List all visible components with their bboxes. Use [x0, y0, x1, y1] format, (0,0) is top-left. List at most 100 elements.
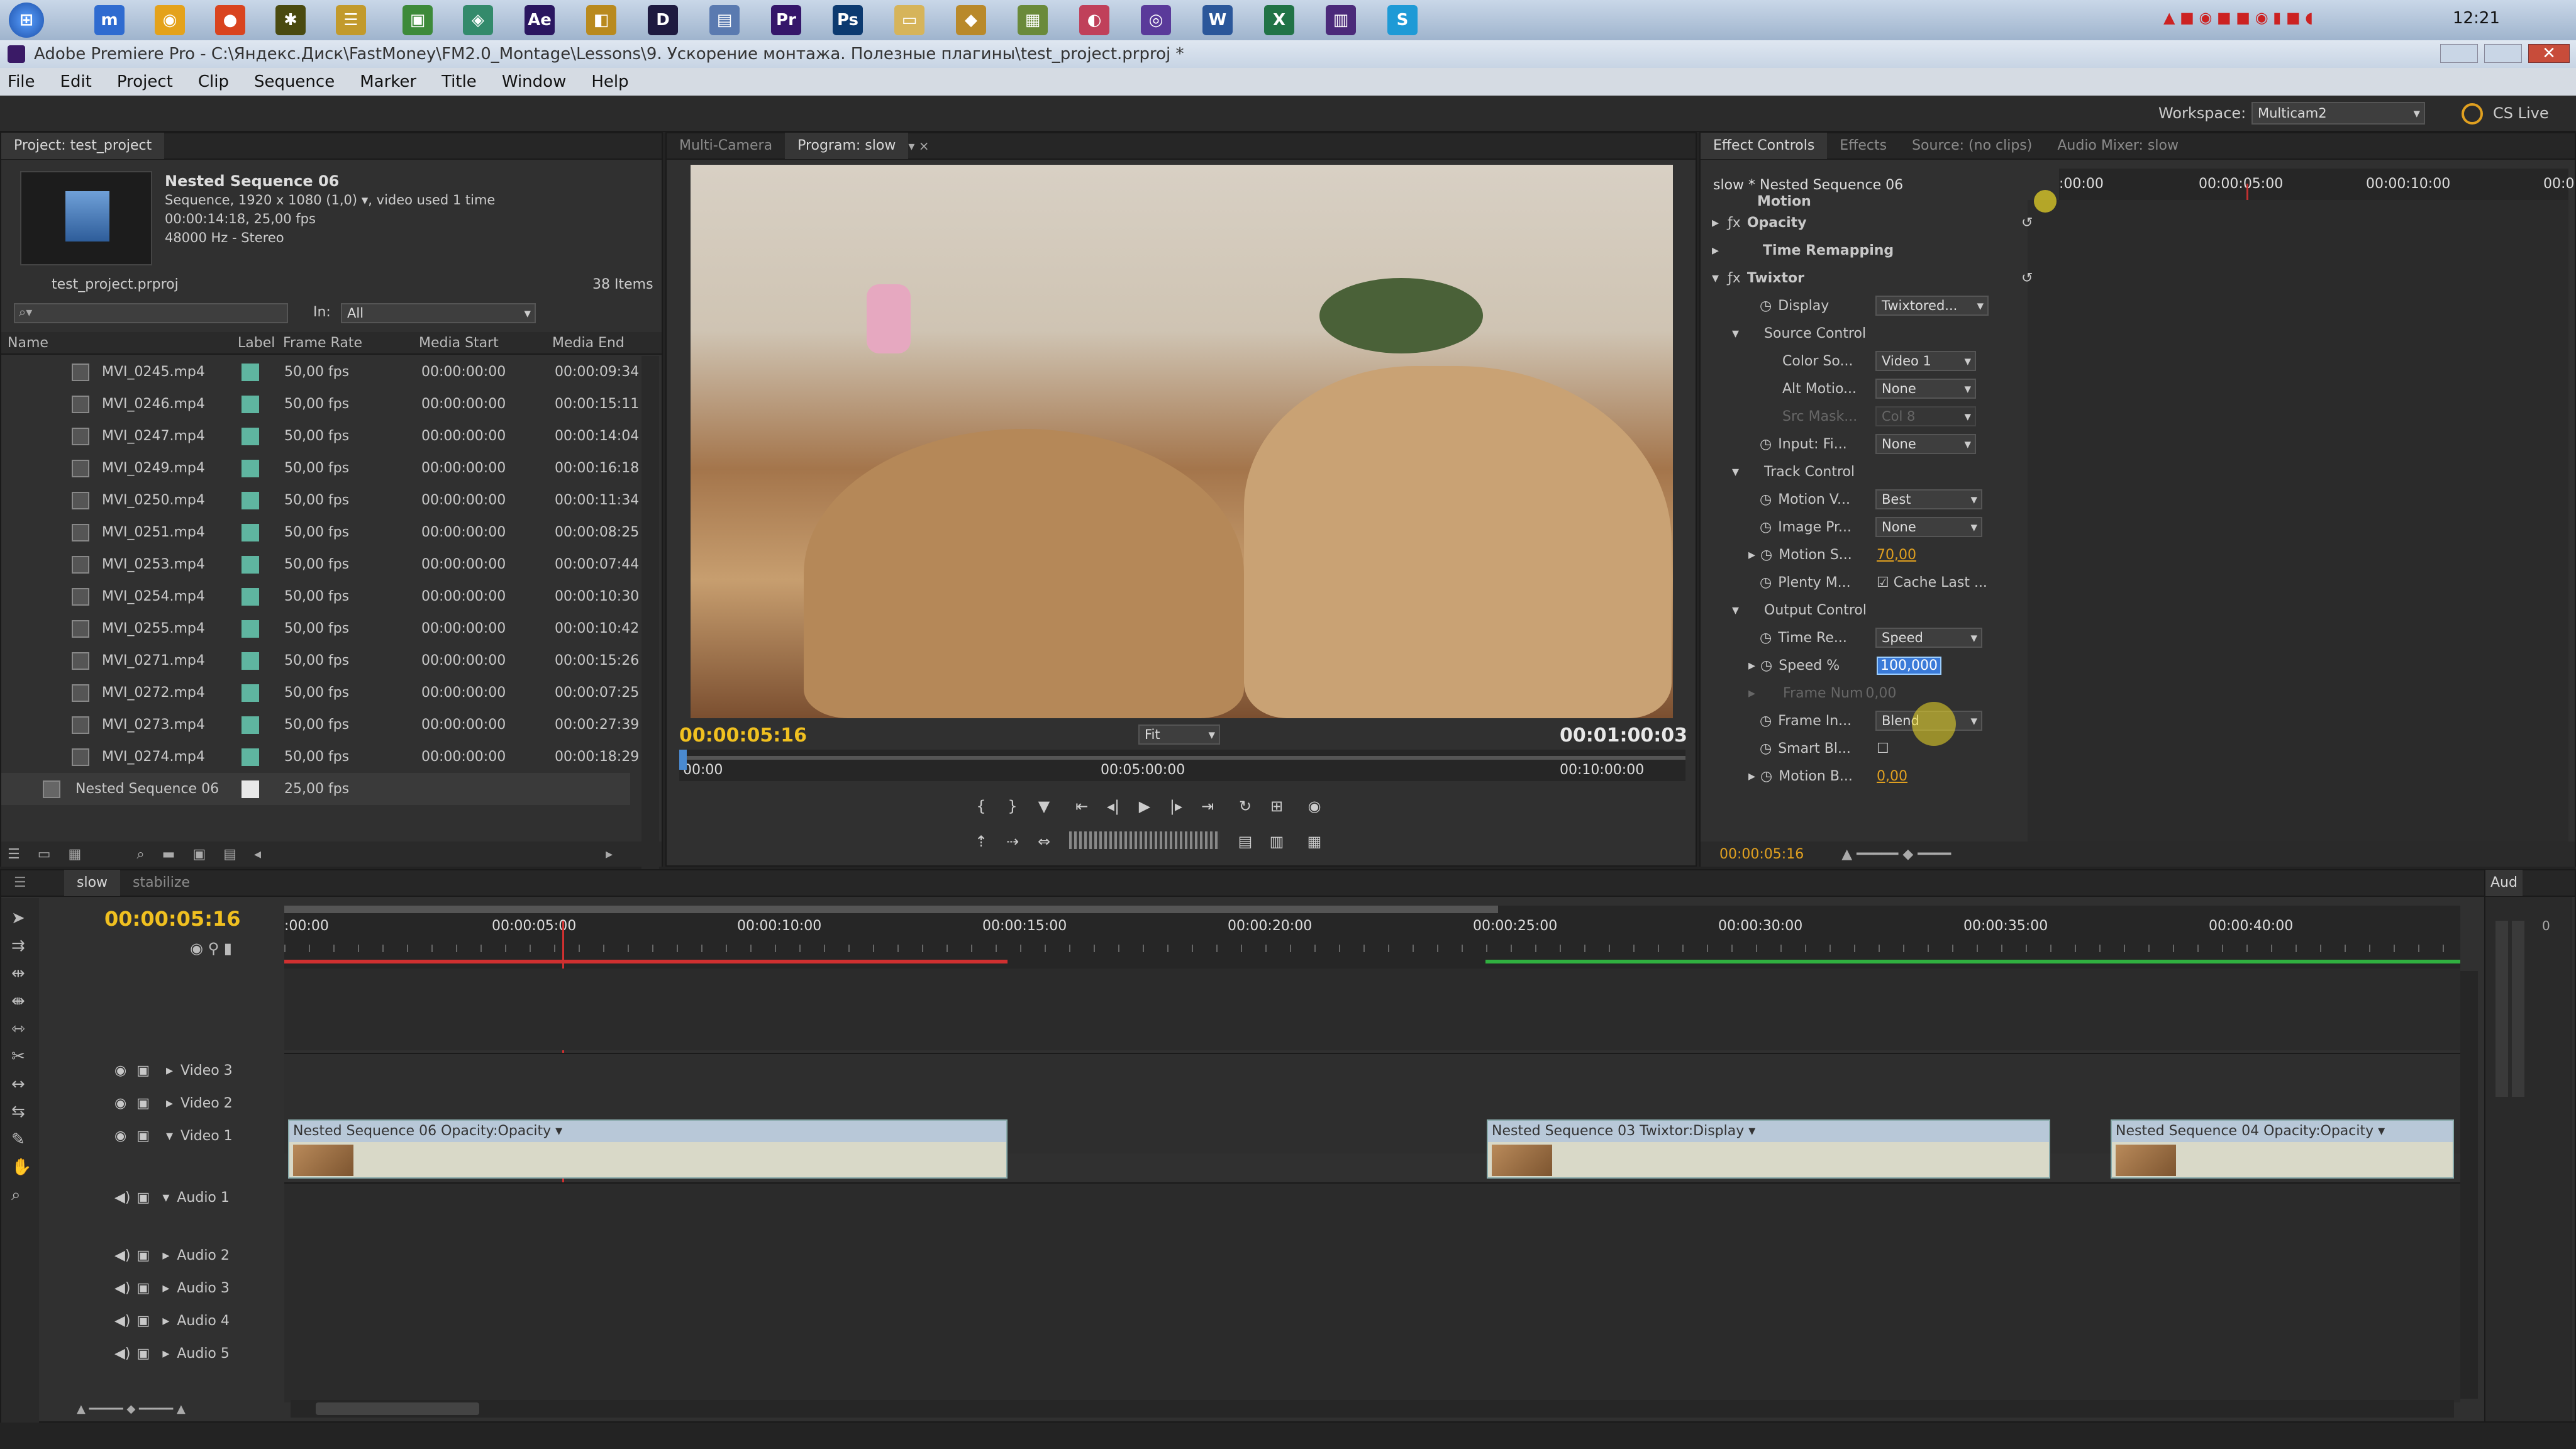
scroll-left-icon[interactable]: ◂: [254, 847, 261, 862]
loop-icon[interactable]: ↻: [1233, 794, 1258, 819]
speaker-icon[interactable]: ◀): [114, 1346, 131, 1362]
speaker-icon[interactable]: ◀): [114, 1190, 131, 1206]
expand-icon[interactable]: ▸: [162, 1313, 169, 1329]
app-icon-1[interactable]: m: [94, 5, 125, 35]
app-icon-9[interactable]: ◧: [586, 5, 616, 35]
slip-tool-icon[interactable]: ↔: [11, 1070, 29, 1098]
go-to-in-icon[interactable]: ⇤: [1069, 794, 1094, 819]
razor-tool-icon[interactable]: ✂: [11, 1043, 29, 1070]
tab-effects[interactable]: Effects: [1827, 133, 1899, 159]
step-forward-icon[interactable]: |▸: [1163, 794, 1189, 819]
jog-shuttle[interactable]: [1069, 831, 1220, 849]
app-icon-11[interactable]: ▤: [709, 5, 740, 35]
track-audio-5[interactable]: ◀) ▣ ▸ Audio 5: [114, 1337, 397, 1370]
trim-icon[interactable]: ⇔: [1031, 829, 1057, 854]
col-label[interactable]: Label: [238, 335, 275, 351]
expand-icon[interactable]: ▸: [162, 1280, 169, 1296]
rate-stretch-tool-icon[interactable]: ⇿: [11, 1015, 29, 1043]
timeline-zoom-slider[interactable]: ▲ ━━━━━ ◆ ━━━━━ ▲: [77, 1402, 265, 1416]
menu-marker[interactable]: Marker: [360, 68, 416, 96]
lock-icon[interactable]: ▣: [137, 1313, 150, 1329]
app-icon-18[interactable]: ◎: [1141, 5, 1171, 35]
chrome-icon[interactable]: ◉: [155, 5, 185, 35]
safe-margins-icon[interactable]: ⊞: [1264, 794, 1289, 819]
reset-icon[interactable]: ↺: [2021, 215, 2033, 231]
timeline-timecode[interactable]: 00:00:05:16: [104, 907, 241, 931]
motion-blur-value[interactable]: 0,00: [1877, 769, 1907, 784]
list-item[interactable]: MVI_0245.mp4 50,00 fps 00:00:00:00 00:00:09…: [1, 356, 639, 388]
menu-clip[interactable]: Clip: [198, 68, 229, 96]
chevron-down-icon[interactable]: ▾ ×: [908, 138, 929, 153]
lock-icon[interactable]: ▣: [136, 1063, 150, 1079]
list-view-icon[interactable]: ☰: [8, 847, 20, 862]
speed-input[interactable]: 100,000: [1877, 656, 1941, 675]
play-icon[interactable]: ▶: [1132, 794, 1157, 819]
app-icon-21[interactable]: ▥: [1326, 5, 1356, 35]
image-prep-dropdown[interactable]: None: [1875, 517, 1982, 537]
col-name[interactable]: Name: [8, 335, 48, 351]
tab-source[interactable]: Source: (no clips): [1899, 133, 2045, 159]
color-source-dropdown[interactable]: Video 1: [1875, 351, 1976, 371]
stopwatch-icon[interactable]: ◷: [1760, 575, 1772, 591]
track-audio-4[interactable]: ◀) ▣ ▸ Audio 4: [114, 1304, 397, 1337]
stopwatch-icon[interactable]: ◷: [1760, 519, 1772, 535]
clock[interactable]: 12:21: [2453, 9, 2500, 28]
scroll-right-icon[interactable]: ▸: [606, 847, 613, 862]
speaker-icon[interactable]: ◀): [114, 1248, 131, 1263]
expand-icon[interactable]: ▸: [166, 1096, 173, 1111]
list-item[interactable]: MVI_0273.mp4 50,00 fps 00:00:00:00 00:00:27…: [1, 709, 639, 741]
eye-icon[interactable]: ◉: [114, 1096, 126, 1111]
time-remapping-label[interactable]: Time Remapping: [1763, 243, 1894, 258]
lock-icon[interactable]: ▣: [136, 1096, 150, 1111]
track-audio-2[interactable]: ◀) ▣ ▸ Audio 2: [114, 1239, 397, 1272]
expand-icon[interactable]: ▸: [162, 1346, 169, 1362]
speaker-icon[interactable]: ◀): [114, 1280, 131, 1296]
word-icon[interactable]: W: [1202, 5, 1233, 35]
input-field-dropdown[interactable]: None: [1875, 434, 1976, 454]
search-input[interactable]: ⌕▾: [14, 303, 288, 323]
clip-nested-sequence-06[interactable]: Nested Sequence 06 Opacity:Opacity ▾: [288, 1119, 1008, 1179]
eye-icon[interactable]: ◉: [114, 1128, 126, 1144]
scroll-thumb[interactable]: [316, 1402, 479, 1415]
cs-live-icon[interactable]: [2462, 103, 2483, 125]
effects-footer-timecode[interactable]: 00:00:05:16: [1719, 847, 1804, 862]
zoom-dropdown[interactable]: Fit: [1138, 724, 1220, 745]
selection-tool-icon[interactable]: ➤: [11, 904, 29, 932]
lock-icon[interactable]: ▣: [137, 1248, 150, 1263]
start-orb-icon[interactable]: ⊞: [9, 3, 44, 38]
app-icon-16[interactable]: ▦: [1018, 5, 1048, 35]
menu-window[interactable]: Window: [502, 68, 567, 96]
overwrite-icon[interactable]: ▤: [1233, 829, 1258, 854]
firefox-icon[interactable]: ●: [215, 5, 245, 35]
expand-icon[interactable]: ▸: [1748, 658, 1755, 674]
tab-effect-controls[interactable]: Effect Controls: [1701, 133, 1828, 159]
clip-nested-sequence-03[interactable]: Nested Sequence 03 Twixtor:Display ▾: [1487, 1119, 2050, 1179]
list-item[interactable]: Nested Sequence 06 25,00 fps: [1, 773, 630, 805]
panel-menu-icon[interactable]: ☰: [1, 870, 64, 896]
insert-icon[interactable]: ▥: [1264, 829, 1289, 854]
clip-nested-sequence-04[interactable]: Nested Sequence 04 Opacity:Opacity ▾: [2111, 1119, 2454, 1179]
playhead[interactable]: [679, 750, 687, 770]
expand-icon[interactable]: ▸: [1712, 243, 1719, 258]
find-icon[interactable]: ⌕: [136, 847, 144, 862]
folder-icon[interactable]: ▭: [894, 5, 924, 35]
export-frame-icon[interactable]: ◉: [1302, 794, 1327, 819]
list-item[interactable]: MVI_0246.mp4 50,00 fps 00:00:00:00 00:00:15…: [1, 388, 639, 420]
keyframe-area[interactable]: [2028, 200, 2568, 841]
app-icon-7[interactable]: ◈: [463, 5, 493, 35]
expand-icon[interactable]: ▸: [1748, 769, 1755, 784]
lock-icon[interactable]: ▣: [137, 1280, 150, 1296]
workspace-dropdown[interactable]: Multicam2: [2251, 102, 2425, 125]
motion-sensitivity-value[interactable]: 70,00: [1877, 547, 1916, 563]
extract-icon[interactable]: ⇢: [1000, 829, 1025, 854]
timeline-ruler[interactable]: :00:00 00:00:05:00 00:00:10:00 00:00:15:…: [284, 906, 2460, 969]
list-item[interactable]: MVI_0271.mp4 50,00 fps 00:00:00:00 00:00:15…: [1, 645, 639, 677]
display-dropdown[interactable]: Twixtored...: [1875, 296, 1989, 316]
work-area-bar[interactable]: [284, 906, 1498, 913]
zoom-tool-icon[interactable]: ⌕: [11, 1181, 29, 1209]
list-item[interactable]: MVI_0254.mp4 50,00 fps 00:00:00:00 00:00:10…: [1, 580, 639, 613]
expand-icon[interactable]: ▸: [1748, 686, 1755, 701]
stopwatch-icon[interactable]: ◷: [1760, 298, 1772, 314]
step-back-icon[interactable]: ◂|: [1101, 794, 1126, 819]
col-frame-rate[interactable]: Frame Rate: [283, 335, 362, 351]
